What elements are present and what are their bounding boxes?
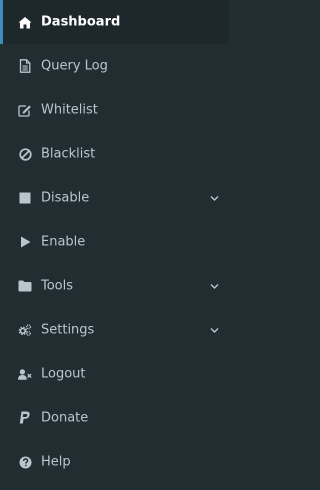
sidebar-item-label: Blacklist (41, 146, 96, 162)
sidebar-item-label: Dashboard (41, 14, 121, 30)
sidebar-item-label: Disable (41, 190, 90, 206)
home-icon (18, 15, 32, 29)
sidebar-item-label: Logout (41, 366, 86, 382)
cogs-icon (18, 323, 32, 337)
sidebar-item-label: Donate (41, 410, 89, 426)
sidebar-item-label: Query Log (41, 58, 108, 74)
play-icon (18, 235, 32, 249)
sidebar-item-blacklist[interactable]: Blacklist (0, 132, 229, 176)
sidebar-item-logout[interactable]: Logout (0, 352, 229, 396)
sidebar: Dashboard Query Log Whitelist Blacklist … (0, 0, 229, 490)
chevron-down-icon[interactable] (210, 326, 219, 335)
sidebar-item-disable[interactable]: Disable (0, 176, 229, 220)
sidebar-item-query-log[interactable]: Query Log (0, 44, 229, 88)
sidebar-item-label: Tools (41, 278, 74, 294)
sidebar-item-donate[interactable]: Donate (0, 396, 229, 440)
sidebar-item-label: Whitelist (41, 102, 98, 118)
chevron-down-icon[interactable] (210, 282, 219, 291)
sidebar-item-tools[interactable]: Tools (0, 264, 229, 308)
sidebar-item-label: Help (41, 454, 71, 470)
sidebar-item-whitelist[interactable]: Whitelist (0, 88, 229, 132)
pencil-square-icon (18, 103, 32, 117)
sidebar-item-dashboard[interactable]: Dashboard (0, 0, 229, 44)
ban-icon (18, 147, 32, 161)
question-circle-icon (18, 455, 32, 469)
sidebar-item-label: Enable (41, 234, 86, 250)
folder-icon (18, 279, 32, 293)
sidebar-item-label: Settings (41, 322, 95, 338)
sidebar-item-help[interactable]: Help (0, 440, 229, 484)
paypal-icon (18, 411, 32, 425)
chevron-down-icon[interactable] (210, 194, 219, 203)
user-times-icon (18, 367, 32, 381)
sidebar-item-enable[interactable]: Enable (0, 220, 229, 264)
file-text-icon (18, 59, 32, 73)
sidebar-menu: Dashboard Query Log Whitelist Blacklist … (0, 0, 229, 484)
sidebar-item-settings[interactable]: Settings (0, 308, 229, 352)
stop-square-icon (18, 191, 32, 205)
